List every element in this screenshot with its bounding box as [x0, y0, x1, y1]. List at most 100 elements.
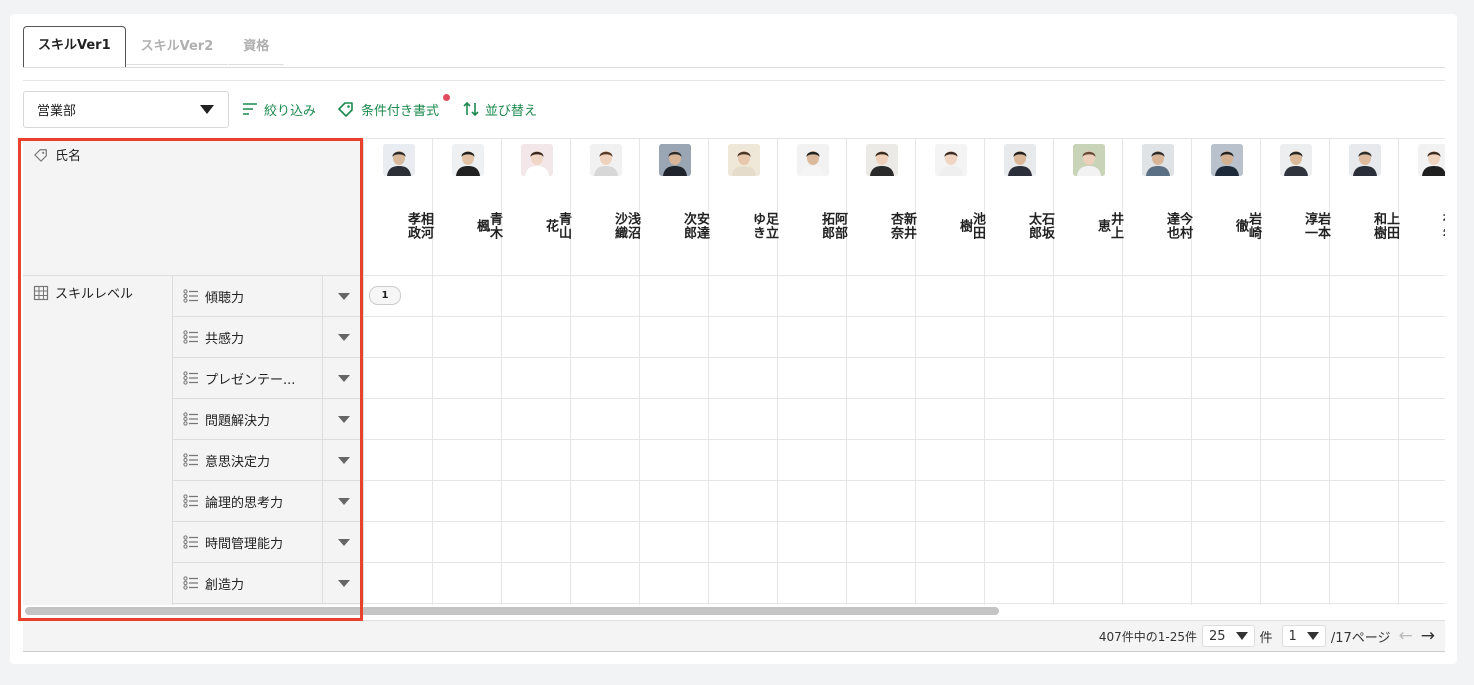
- score-cell[interactable]: [1261, 399, 1329, 440]
- score-cell[interactable]: [571, 563, 639, 604]
- next-page-arrow-icon[interactable]: →: [1421, 626, 1435, 646]
- score-cell[interactable]: [916, 276, 984, 317]
- score-cell[interactable]: [1399, 358, 1445, 399]
- score-cell[interactable]: [1192, 399, 1260, 440]
- score-cell[interactable]: [640, 399, 708, 440]
- horizontal-scrollbar[interactable]: [25, 607, 999, 615]
- score-cell[interactable]: [916, 563, 984, 604]
- score-cell[interactable]: [640, 276, 708, 317]
- score-cell[interactable]: [1192, 358, 1260, 399]
- score-cell[interactable]: [640, 440, 708, 481]
- score-cell[interactable]: [571, 522, 639, 563]
- score-cell[interactable]: [1123, 399, 1191, 440]
- person-header[interactable]: 今村 達也: [1123, 139, 1192, 276]
- score-cell[interactable]: [502, 522, 570, 563]
- person-header[interactable]: 池田樹: [916, 139, 985, 276]
- score-cell[interactable]: [1399, 317, 1445, 358]
- score-cell[interactable]: [1261, 276, 1329, 317]
- score-cell[interactable]: [778, 276, 846, 317]
- person-header[interactable]: 青山花: [502, 139, 571, 276]
- score-cell[interactable]: [847, 276, 915, 317]
- score-cell[interactable]: [1399, 276, 1445, 317]
- score-cell[interactable]: [1123, 358, 1191, 399]
- score-cell[interactable]: [709, 317, 777, 358]
- score-cell[interactable]: [1261, 440, 1329, 481]
- score-cell[interactable]: [1054, 440, 1122, 481]
- skill-dropdown[interactable]: [322, 276, 365, 316]
- person-header[interactable]: 浅沼 沙織: [571, 139, 640, 276]
- score-cell[interactable]: [502, 440, 570, 481]
- score-cell[interactable]: [571, 399, 639, 440]
- score-cell[interactable]: [985, 440, 1053, 481]
- score-cell[interactable]: [1261, 481, 1329, 522]
- score-cell[interactable]: [1054, 358, 1122, 399]
- score-cell[interactable]: [1123, 522, 1191, 563]
- score-cell[interactable]: [916, 522, 984, 563]
- person-header[interactable]: 青木楓: [433, 139, 502, 276]
- score-cell[interactable]: [433, 481, 501, 522]
- score-cell[interactable]: [571, 440, 639, 481]
- score-cell[interactable]: [640, 563, 708, 604]
- score-cell[interactable]: [1330, 358, 1398, 399]
- skill-dropdown[interactable]: [322, 440, 365, 480]
- score-cell[interactable]: [985, 358, 1053, 399]
- score-cell[interactable]: [985, 317, 1053, 358]
- score-cell[interactable]: [502, 317, 570, 358]
- score-cell[interactable]: [847, 522, 915, 563]
- skill-dropdown[interactable]: [322, 522, 365, 562]
- score-cell[interactable]: [1330, 317, 1398, 358]
- score-cell[interactable]: [502, 563, 570, 604]
- score-cell[interactable]: [1123, 276, 1191, 317]
- score-cell[interactable]: [571, 276, 639, 317]
- score-cell[interactable]: [1054, 276, 1122, 317]
- score-cell[interactable]: [640, 358, 708, 399]
- score-cell[interactable]: [433, 276, 501, 317]
- score-badge[interactable]: 1: [369, 286, 401, 305]
- score-cell[interactable]: [1192, 522, 1260, 563]
- score-cell[interactable]: [1330, 399, 1398, 440]
- score-cell[interactable]: [571, 481, 639, 522]
- score-cell[interactable]: [1054, 563, 1122, 604]
- score-cell[interactable]: [1192, 317, 1260, 358]
- tab-1[interactable]: スキルVer1: [23, 26, 126, 67]
- person-header[interactable]: 上田 和樹: [1330, 139, 1399, 276]
- person-header[interactable]: 石坂 太郎: [985, 139, 1054, 276]
- score-cell[interactable]: [778, 358, 846, 399]
- score-cell[interactable]: [502, 358, 570, 399]
- score-cell[interactable]: [916, 317, 984, 358]
- score-cell[interactable]: [778, 563, 846, 604]
- score-cell[interactable]: [709, 440, 777, 481]
- score-cell[interactable]: [433, 563, 501, 604]
- score-cell[interactable]: [847, 317, 915, 358]
- score-cell[interactable]: [433, 358, 501, 399]
- score-cell[interactable]: [1261, 358, 1329, 399]
- score-cell[interactable]: [709, 358, 777, 399]
- score-cell[interactable]: [1192, 563, 1260, 604]
- score-cell[interactable]: [985, 399, 1053, 440]
- score-cell[interactable]: [709, 522, 777, 563]
- sort-button[interactable]: 並び替え: [463, 99, 537, 119]
- score-cell[interactable]: [1123, 481, 1191, 522]
- score-cell[interactable]: [847, 563, 915, 604]
- score-cell[interactable]: [364, 481, 432, 522]
- person-header[interactable]: 安達 次郎: [640, 139, 709, 276]
- conditional-format-button[interactable]: 条件付き書式: [337, 99, 439, 119]
- department-select[interactable]: 営業部: [23, 91, 229, 128]
- score-cell[interactable]: [1330, 440, 1398, 481]
- score-cell[interactable]: [778, 399, 846, 440]
- score-cell[interactable]: [1054, 522, 1122, 563]
- score-cell[interactable]: [364, 563, 432, 604]
- score-cell[interactable]: [985, 276, 1053, 317]
- person-header[interactable]: 井上恵: [1054, 139, 1123, 276]
- skill-dropdown[interactable]: [322, 358, 365, 398]
- score-cell[interactable]: [1054, 481, 1122, 522]
- skill-dropdown[interactable]: [322, 317, 365, 357]
- score-cell[interactable]: [433, 440, 501, 481]
- score-cell[interactable]: [364, 440, 432, 481]
- person-header[interactable]: 臼井祐希: [1399, 139, 1445, 276]
- score-cell[interactable]: [502, 399, 570, 440]
- score-cell[interactable]: [433, 522, 501, 563]
- score-cell[interactable]: [1192, 440, 1260, 481]
- score-cell[interactable]: [1192, 276, 1260, 317]
- person-header[interactable]: 足立 ゆき: [709, 139, 778, 276]
